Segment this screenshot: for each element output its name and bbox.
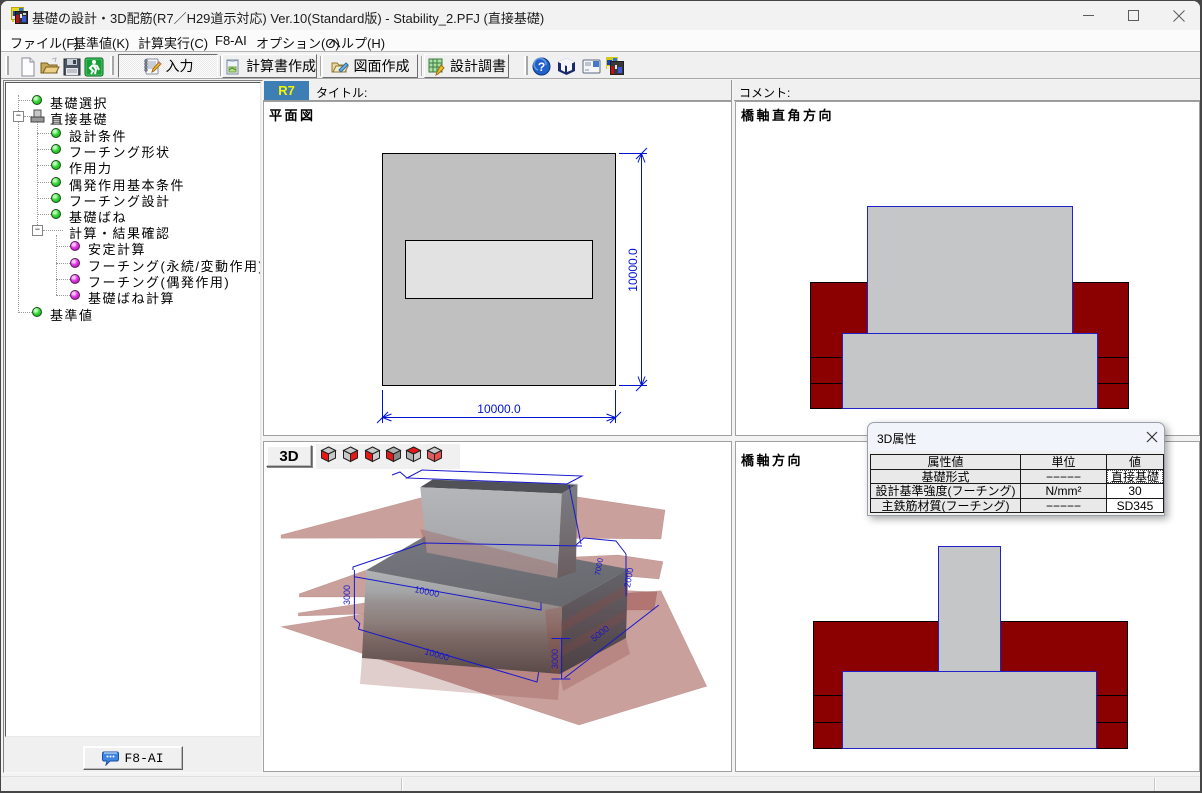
svg-text:10000.0: 10000.0	[626, 248, 640, 292]
svg-text:3000: 3000	[550, 649, 560, 669]
svg-text:10000.0: 10000.0	[477, 402, 521, 416]
svg-text:3000: 3000	[342, 585, 352, 605]
svg-text:?: ?	[538, 60, 545, 74]
svg-text:2000: 2000	[622, 567, 635, 588]
